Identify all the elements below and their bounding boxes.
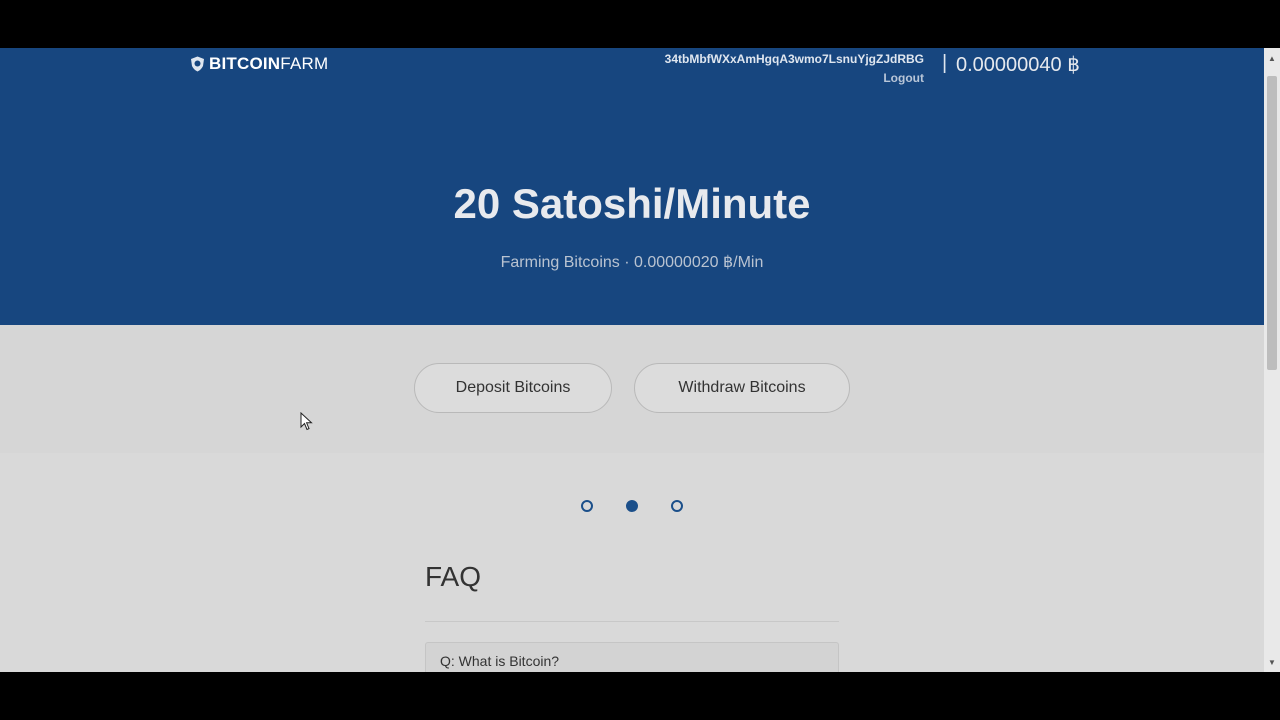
carousel-indicators: [0, 500, 1264, 516]
carousel-dot-1[interactable]: [581, 500, 593, 512]
hero-section: BITCOIN FARM 34tbMbfWXxAmHgqA3wmo7LsnuYjg…: [0, 48, 1264, 325]
deposit-button[interactable]: Deposit Bitcoins: [414, 363, 612, 413]
balance-display: 0.00000040 ฿: [956, 54, 1080, 76]
carousel-dot-2[interactable]: [626, 500, 638, 512]
page: BITCOIN FARM 34tbMbfWXxAmHgqA3wmo7LsnuYjg…: [0, 48, 1264, 672]
actions-section: Deposit Bitcoins Withdraw Bitcoins: [0, 325, 1264, 453]
brand-logo[interactable]: BITCOIN FARM: [190, 54, 328, 74]
brand-name-light: FARM: [280, 54, 329, 73]
hero-title: 20 Satoshi/Minute: [453, 180, 811, 227]
chevron-down-icon[interactable]: ▼: [1264, 654, 1280, 670]
shield-icon: [191, 56, 204, 72]
faq-divider: [425, 621, 839, 622]
logout-link[interactable]: Logout: [620, 71, 924, 85]
header-separator: |: [942, 52, 948, 74]
browser-viewport: BITCOIN FARM 34tbMbfWXxAmHgqA3wmo7LsnuYjg…: [0, 48, 1280, 672]
wallet-address: 34tbMbfWXxAmHgqA3wmo7LsnuYjgZJdRBG: [664, 52, 924, 66]
chevron-up-icon[interactable]: ▲: [1264, 50, 1280, 66]
scrollbar-thumb[interactable]: [1267, 76, 1277, 370]
carousel-dot-3[interactable]: [671, 500, 683, 512]
mouse-pointer-icon: [300, 412, 313, 431]
vertical-scrollbar[interactable]: ▲ ▼: [1264, 48, 1280, 672]
withdraw-button[interactable]: Withdraw Bitcoins: [634, 363, 850, 413]
faq-title: FAQ: [425, 561, 482, 592]
faq-question: Q: What is Bitcoin?: [440, 653, 560, 669]
brand-name-bold: BITCOIN: [209, 54, 281, 73]
faq-item[interactable]: Q: What is Bitcoin?: [425, 642, 839, 672]
hero-subtitle: Farming Bitcoins · 0.00000020 ฿/Min: [500, 254, 764, 271]
account-info: 34tbMbfWXxAmHgqA3wmo7LsnuYjgZJdRBG Logou…: [620, 52, 924, 85]
